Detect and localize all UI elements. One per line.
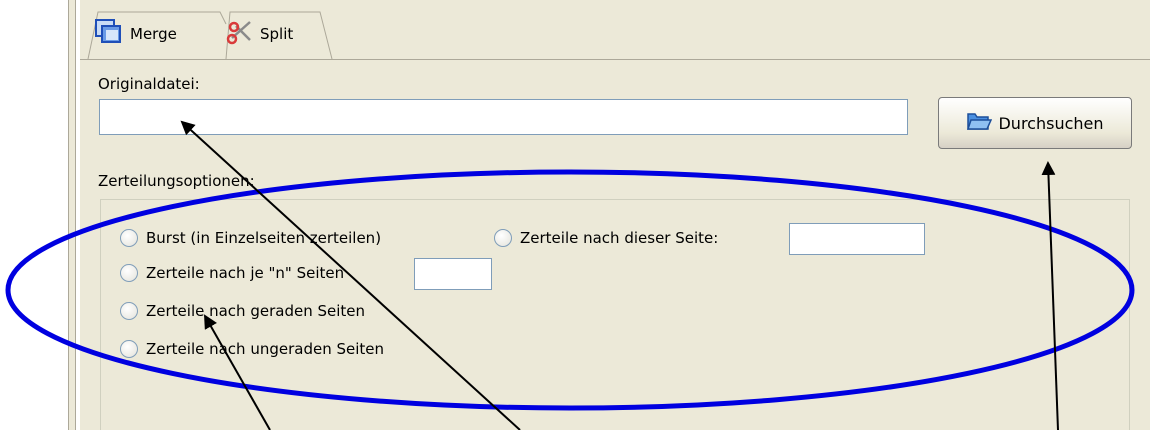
merge-icon: [94, 18, 124, 50]
tab-strip: Merge Split: [80, 0, 1150, 60]
radio-burst[interactable]: Burst (in Einzelseiten zerteilen): [120, 229, 381, 247]
tab-merge[interactable]: Merge: [94, 8, 222, 59]
tab-merge-label: Merge: [130, 24, 177, 43]
original-file-input[interactable]: [99, 99, 908, 135]
radio-even[interactable]: Zerteile nach geraden Seiten: [120, 302, 365, 320]
radio-button[interactable]: [120, 302, 138, 320]
radio-burst-label: Burst (in Einzelseiten zerteilen): [146, 229, 382, 247]
radio-every-n[interactable]: Zerteile nach je "n" Seiten: [120, 264, 344, 282]
radio-button[interactable]: [494, 229, 512, 247]
browse-button-label: Durchsuchen: [998, 113, 1104, 133]
tab-split-label: Split: [260, 24, 294, 43]
split-options-label: Zerteilungsoptionen:: [98, 172, 255, 190]
radio-every-n-label: Zerteile nach je "n" Seiten: [146, 264, 345, 282]
radio-button[interactable]: [120, 340, 138, 358]
tab-baseline: [80, 59, 1150, 60]
radio-button[interactable]: [120, 264, 138, 282]
after-page-input[interactable]: [789, 223, 925, 255]
radio-even-label: Zerteile nach geraden Seiten: [146, 302, 366, 320]
radio-button[interactable]: [120, 229, 138, 247]
folder-icon: [966, 110, 993, 136]
browse-button[interactable]: Durchsuchen: [938, 97, 1132, 149]
every-n-input[interactable]: [414, 258, 492, 290]
radio-after-page[interactable]: Zerteile nach dieser Seite:: [494, 229, 718, 247]
radio-odd[interactable]: Zerteile nach ungeraden Seiten: [120, 340, 384, 358]
scissors-icon: [226, 18, 254, 50]
tab-split[interactable]: Split: [226, 8, 334, 59]
split-panel: Merge Split Originaldatei: Durchsuchen Z…: [80, 0, 1150, 430]
window-left-border: [68, 0, 76, 430]
radio-after-page-label: Zerteile nach dieser Seite:: [520, 229, 719, 247]
radio-odd-label: Zerteile nach ungeraden Seiten: [146, 340, 385, 358]
original-file-label: Originaldatei:: [98, 75, 200, 93]
